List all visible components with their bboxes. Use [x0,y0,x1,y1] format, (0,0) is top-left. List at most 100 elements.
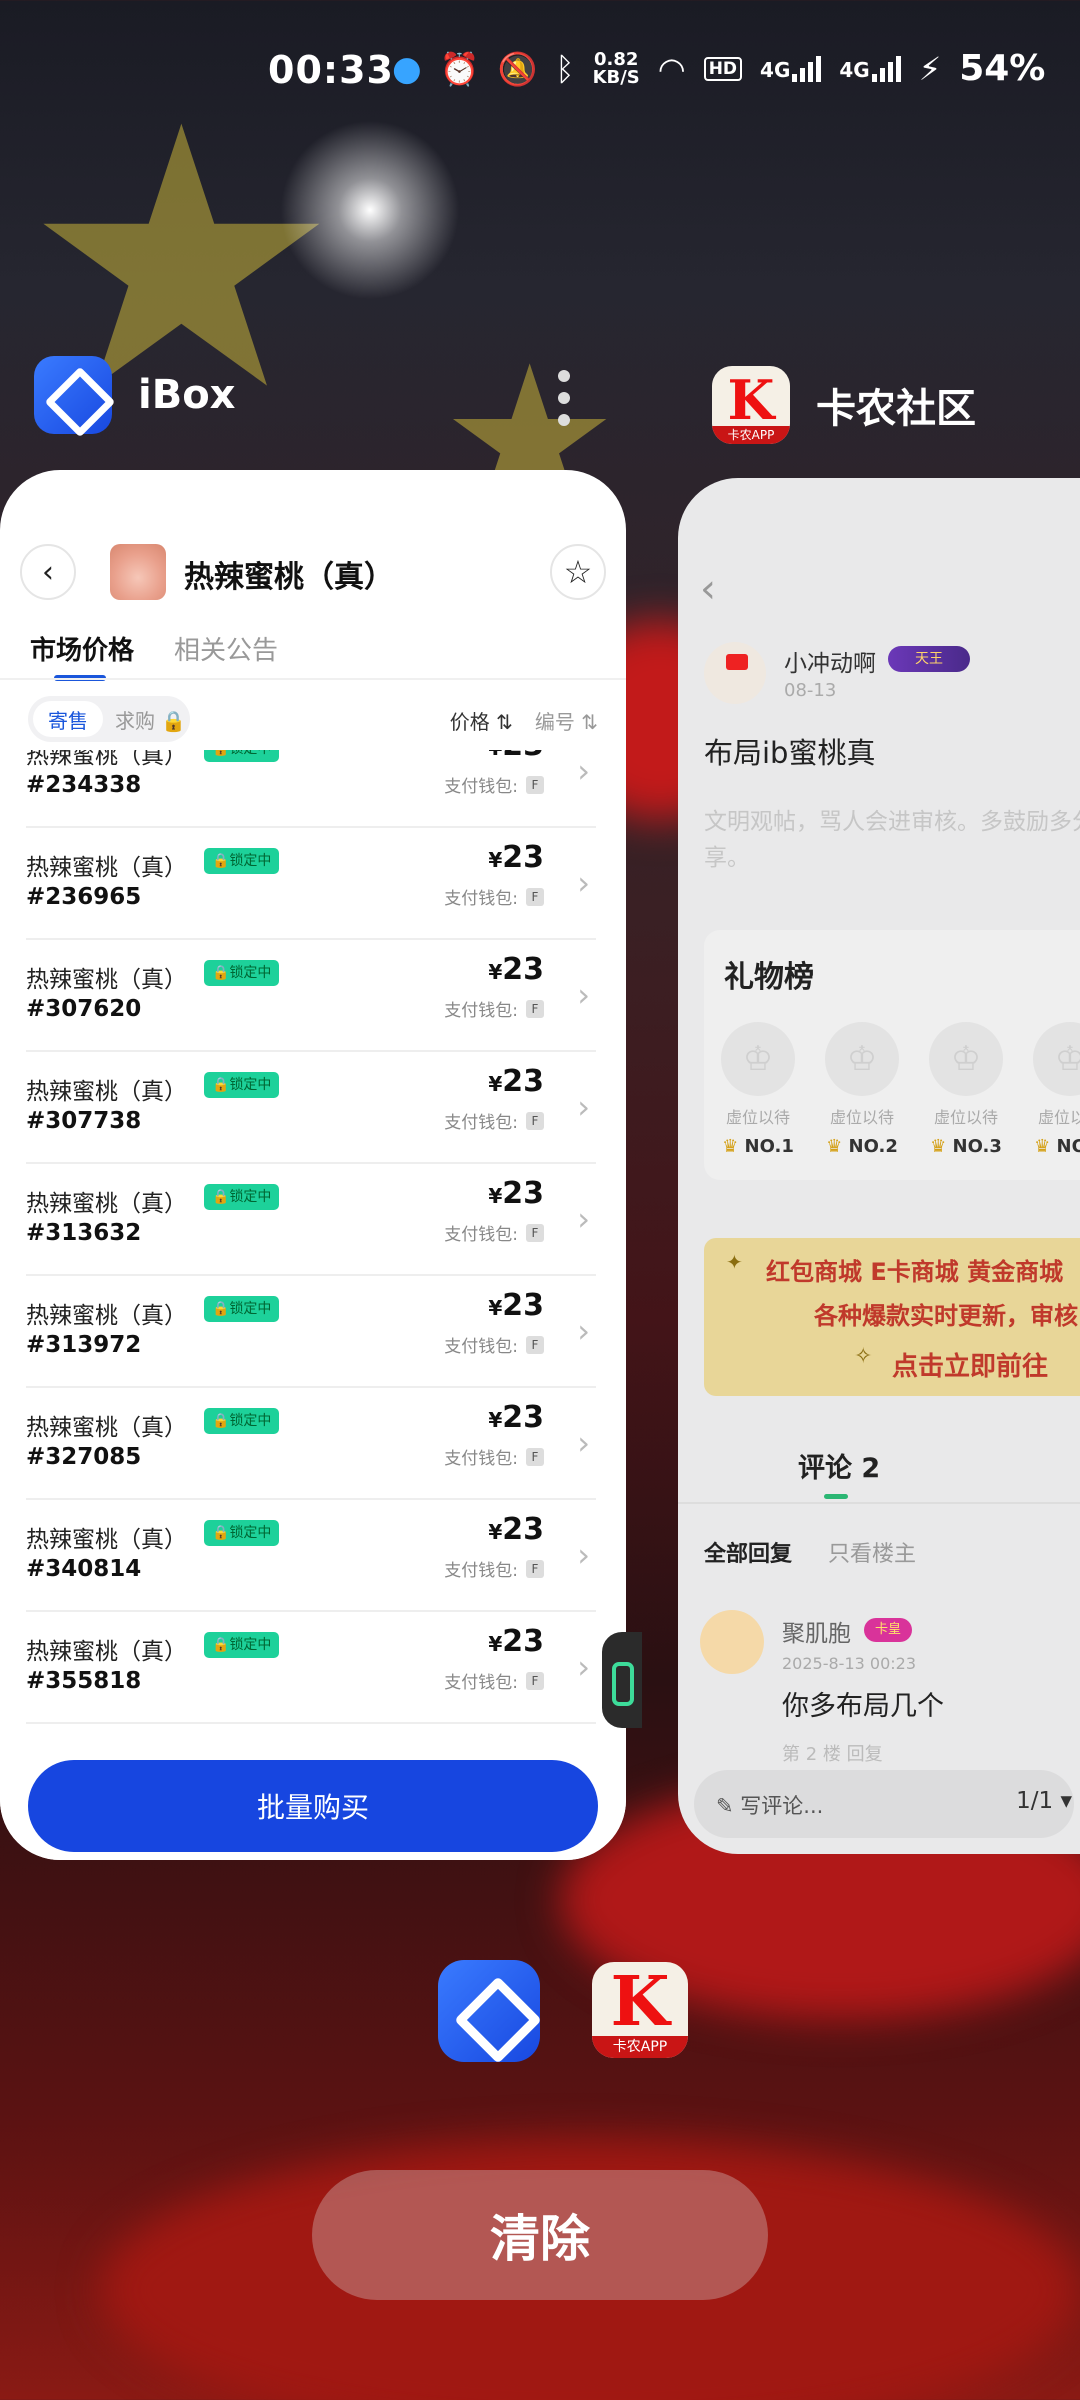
kanong-logo-icon: K [610,1962,670,2042]
pay-wallet: 支付钱包: F [444,1556,544,1581]
listing-name: 热辣蜜桃（真） [26,1191,187,1217]
chevron-right-icon: › [577,976,590,1014]
listing-price-value: 23 [502,1624,544,1659]
listing-row[interactable]: 热辣蜜桃（真） 🔒锁定中 #313632 ¥23 支付钱包: F › [26,1164,596,1276]
crown-icon: ♛ [1034,1136,1051,1157]
ibox-app-header[interactable]: iBox [34,356,235,434]
tab-market-price[interactable]: 市场价格 [30,630,134,681]
post-author-name[interactable]: 小冲动啊 [784,644,876,678]
currency-symbol: ¥ [488,1520,503,1544]
pay-wallet: 支付钱包: F [444,884,544,909]
gift-slot[interactable]: ♔ 虚位以待 ♛ NO.1 [718,1022,798,1157]
pay-wallet-label: 支付钱包: [444,1337,518,1357]
sort-price[interactable]: 价格 ⇅ [450,706,513,735]
wallpaper-glow [280,120,460,300]
wallet-badge: F [526,1447,544,1466]
listing-price: ¥23 [488,1176,544,1211]
currency-symbol: ¥ [488,1632,503,1656]
wallet-badge: F [526,887,544,906]
listing-price: ¥23 [488,1512,544,1547]
more-options-icon[interactable] [558,370,572,426]
segment-consign[interactable]: 寄售 [33,701,103,737]
listing-row[interactable]: 热辣蜜桃（真） 🔒锁定中 #307738 ¥23 支付钱包: F › [26,1052,596,1164]
tab-comments[interactable]: 评论 2 [798,1446,880,1485]
page-indicator[interactable]: 1/1 ▾ [1016,1788,1072,1814]
gift-slot[interactable]: ♔ 虚位以待 ♛ NO.2 [822,1022,902,1157]
kanong-app-icon[interactable]: K 卡农APP [712,366,790,444]
favorite-button[interactable]: ☆ [550,544,606,600]
gift-slot[interactable]: ♔ 虚位以待 ♛ NO.3 [926,1022,1006,1157]
dock-kanong-icon[interactable]: K 卡农APP [592,1962,688,2058]
listing-price: ¥23 [488,1624,544,1659]
dock-kanong-label: 卡农APP [592,2036,688,2058]
lock-icon: 🔒 [161,708,187,733]
gift-rank-label: NO.3 [952,1136,1002,1157]
promo-banner[interactable]: ✦ 红包商城 E卡商城 黄金商城 各种爆款实时更新，审核 ✧ 点击立即前往 [704,1238,1080,1396]
lock-badge: 🔒锁定中 [204,1632,280,1658]
ibox-app-card[interactable]: ‹ 热辣蜜桃（真） ☆ 市场价格 相关公告 寄售 求购 🔒 价格 ⇅ 编号 ⇅ … [0,470,626,1860]
dock-ibox-icon[interactable] [438,1960,540,2062]
charging-icon: ⚡ [918,49,942,88]
chevron-right-icon: › [577,1536,590,1574]
segment-wanted[interactable]: 求购 🔒 [115,705,186,734]
lock-icon: 🔒 [212,750,229,757]
comment-input-placeholder: ✎ 写评论... [716,1790,823,1820]
kanong-app-header[interactable]: K 卡农APP 卡农社区 [712,366,976,444]
gift-rank-label: NO.2 [848,1136,898,1157]
chevron-right-icon: › [577,1088,590,1126]
floating-handle[interactable] [602,1632,642,1728]
chevron-left-icon[interactable]: ‹ [700,566,716,612]
filter-all-replies[interactable]: 全部回复 [704,1536,792,1568]
tab-announcements[interactable]: 相关公告 [174,630,278,681]
gift-slot[interactable]: ♔ 虚位以待 ♛ NO.4 [1030,1022,1080,1157]
kanong-app-card[interactable]: ‹ 小冲动啊 天王 08-13 布局ib蜜桃真 文明观帖，骂人会进审核。多鼓励多… [678,478,1080,1854]
status-bar: 00:33 ● ⏰ 🔕 ᛒ 0.82 KB/S ◠ HD 4G 4G ⚡ 54% [0,40,1080,104]
comment-text: 你多布局几个 [782,1691,944,1722]
tab-bar: 市场价格 相关公告 [30,630,278,681]
post-notice: 文明观帖，骂人会进审核。多鼓励多分享。 [704,809,1080,871]
mute-icon: 🔕 [497,49,538,88]
listing-name: 热辣蜜桃（真） [26,1303,187,1329]
post-author-avatar[interactable] [704,642,766,704]
listing-name: 热辣蜜桃（真） [26,1639,187,1665]
listing-row[interactable]: 热辣蜜桃（真） 🔒锁定中 #234338 ¥23 支付钱包: F › [26,750,596,828]
sort-number[interactable]: 编号 ⇅ [535,706,598,735]
listing-row[interactable]: 热辣蜜桃（真） 🔒锁定中 #307620 ¥23 支付钱包: F › [26,940,596,1052]
pay-wallet-label: 支付钱包: [444,889,518,909]
listing-id: #307738 [26,1108,142,1134]
lock-label: 锁定中 [229,1525,272,1541]
ibox-app-icon[interactable] [34,356,112,434]
back-button[interactable]: ‹ [20,544,76,600]
commenter-name[interactable]: 聚肌胞 [782,1614,851,1648]
pay-wallet-label: 支付钱包: [444,1561,518,1581]
listing-row[interactable]: 热辣蜜桃（真） 🔒锁定中 #236965 ¥23 支付钱包: F › [26,828,596,940]
comment-input[interactable]: ✎ 写评论... 1/1 ▾ [694,1770,1074,1838]
currency-symbol: ¥ [488,750,502,760]
listing-row[interactable]: 热辣蜜桃（真） 🔒锁定中 #313972 ¥23 支付钱包: F › [26,1276,596,1388]
crown-icon: ♛ [722,1136,739,1157]
listing-price: ¥23 [488,952,544,987]
listing-row[interactable]: 热辣蜜桃（真） 🔒锁定中 #340814 ¥23 支付钱包: F › [26,1500,596,1612]
divider [0,678,626,680]
lock-icon: 🔒 [212,965,230,981]
listing-row[interactable]: 热辣蜜桃（真） 🔒锁定中 #355818 ¥23 支付钱包: F › [26,1612,596,1724]
listing-name: 热辣蜜桃（真） [26,1527,187,1553]
comment-meta: 第 2 楼 回复 [782,1744,883,1765]
chevron-right-icon: › [577,752,590,790]
commenter-avatar[interactable] [700,1610,764,1674]
chevron-right-icon: › [577,1200,590,1238]
kanong-icon-label: 卡农APP [712,426,790,444]
chevron-right-icon: › [577,864,590,902]
lock-icon: 🔒 [212,1413,230,1429]
wallet-badge: F [526,1671,544,1690]
clear-all-button[interactable]: 清除 [312,2170,768,2300]
listing-id: #307620 [26,996,142,1022]
signal-label: 4G [760,57,791,82]
filter-owner-only[interactable]: 只看楼主 [828,1536,916,1568]
pay-wallet: 支付钱包: F [444,1332,544,1357]
pay-wallet-label: 支付钱包: [444,1113,518,1133]
listing-row[interactable]: 热辣蜜桃（真） 🔒锁定中 #327085 ¥23 支付钱包: F › [26,1388,596,1500]
listing-id: #313972 [26,1332,142,1358]
bulk-buy-button[interactable]: 批量购买 [28,1760,598,1852]
caret-down-icon: ▾ [1060,1788,1072,1814]
